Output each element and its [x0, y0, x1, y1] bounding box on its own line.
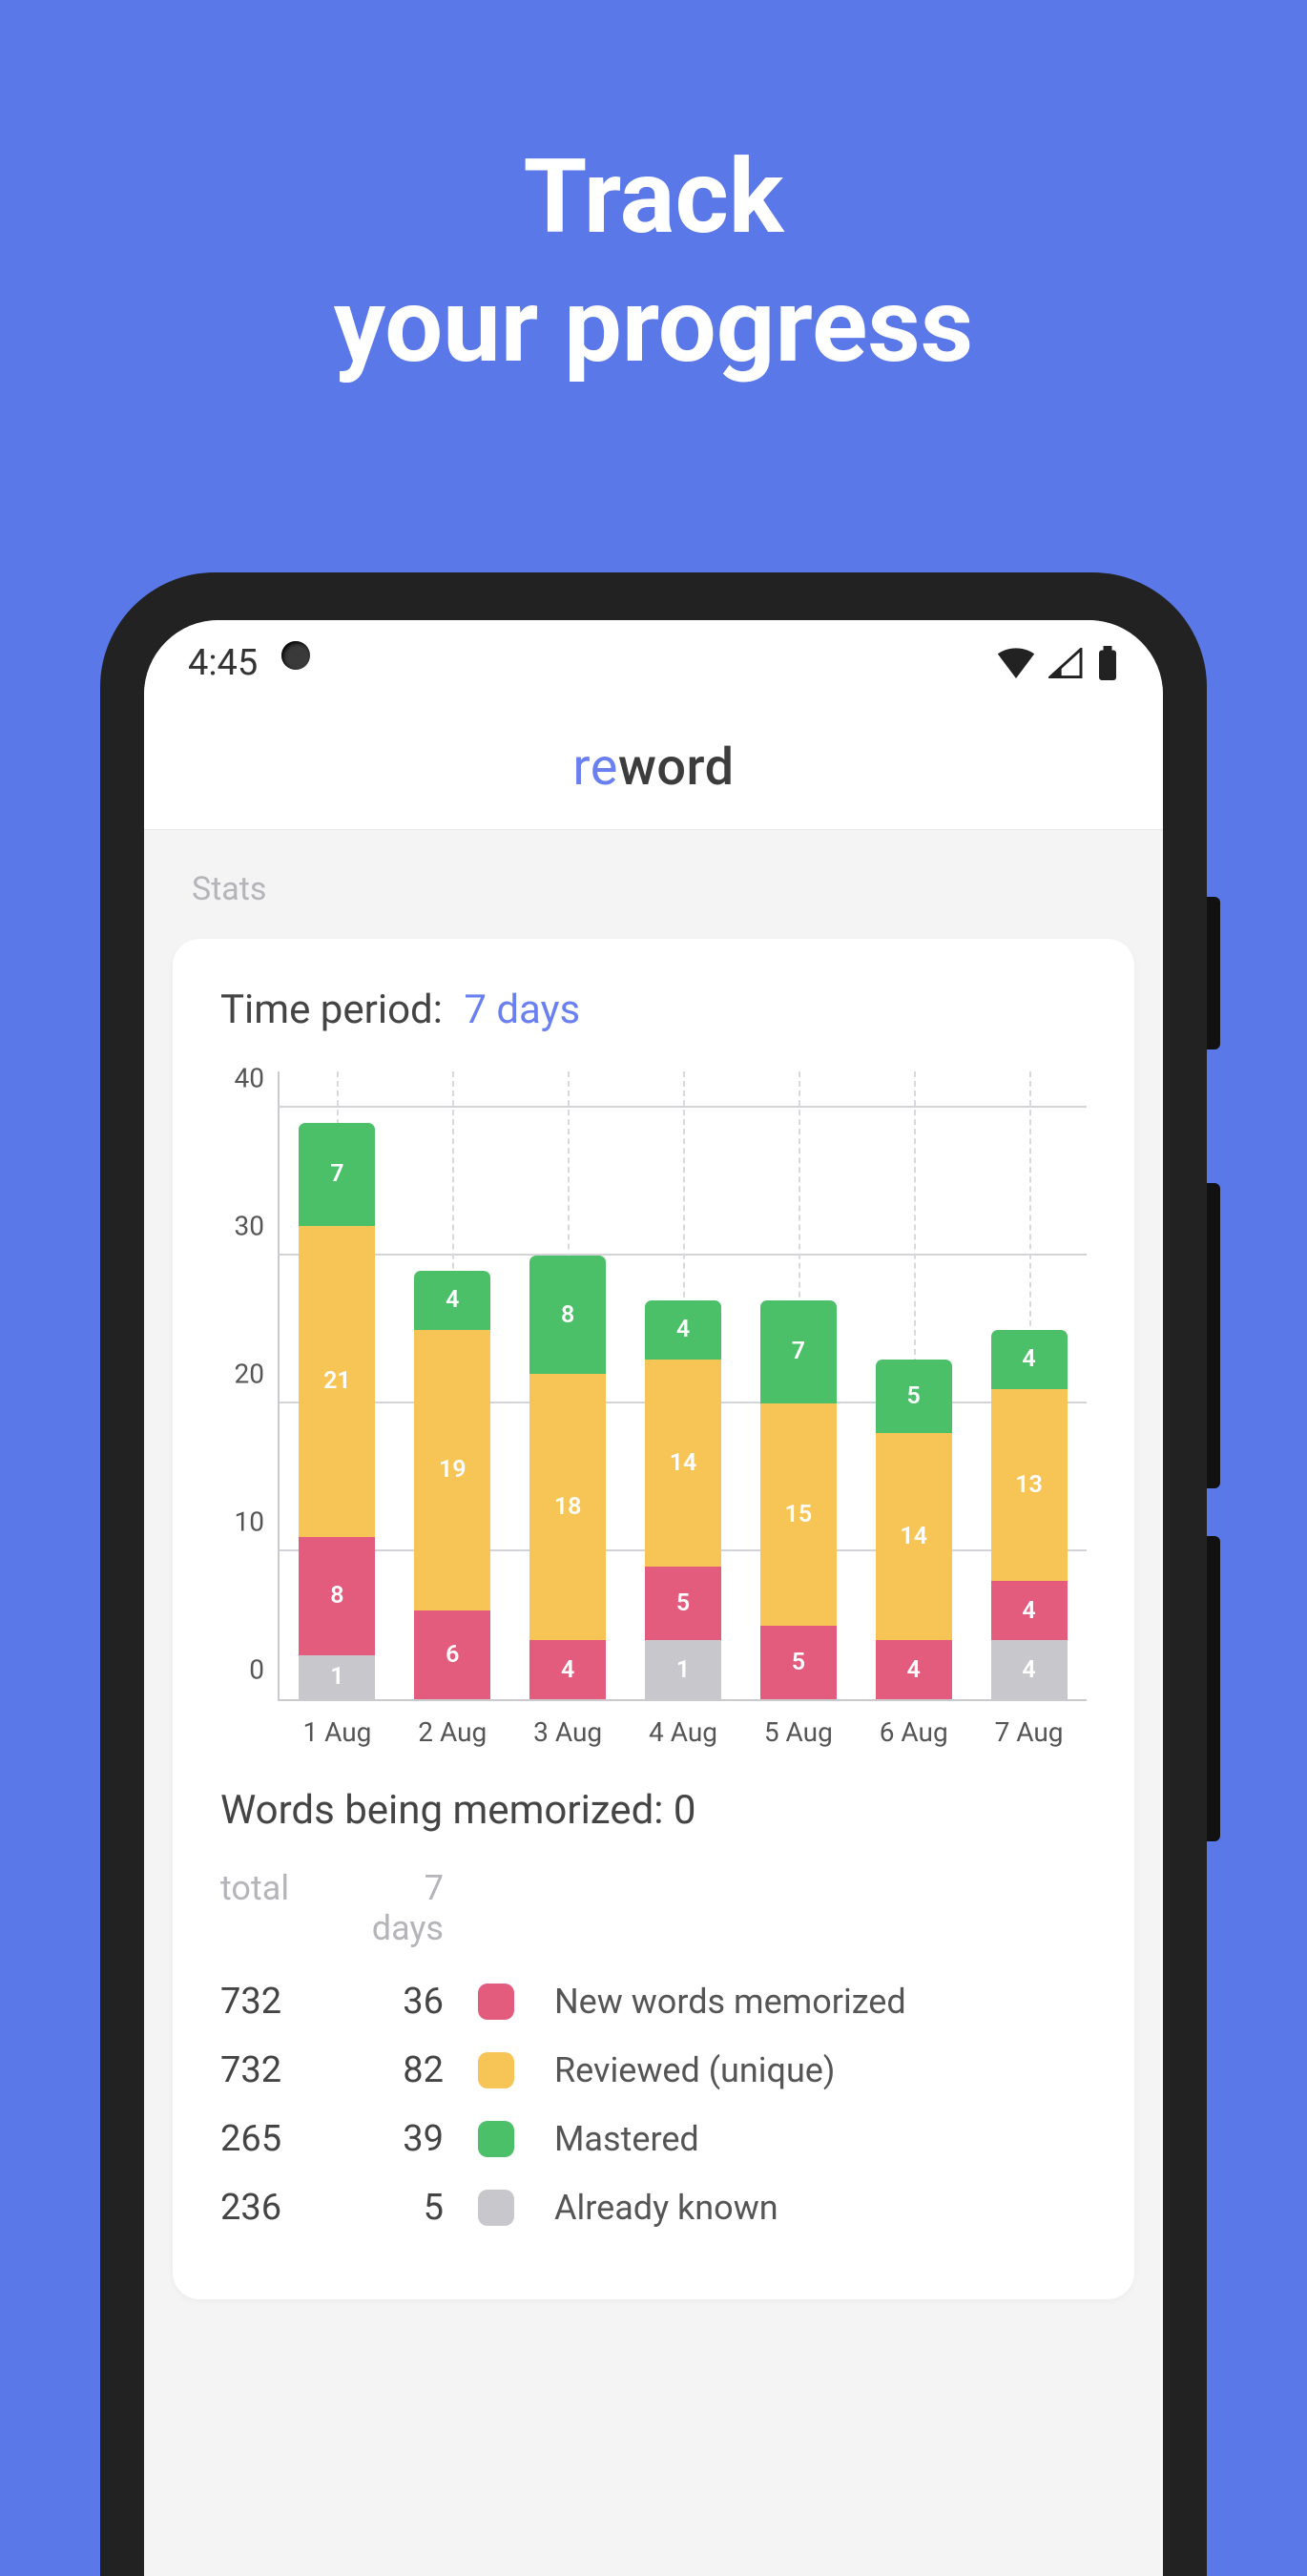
chart-bar-segment: 5 — [645, 1567, 721, 1641]
signal-icon — [1048, 648, 1083, 678]
legend-swatch — [478, 2052, 514, 2088]
chart-bar-segment: 4 — [529, 1640, 606, 1699]
stats-row: 2365 Already known — [220, 2173, 1087, 2242]
chart-x-label: 2 Aug — [418, 1716, 487, 1748]
chart-x-label: 7 Aug — [995, 1716, 1064, 1748]
chart-bar: 721811 Aug — [299, 1123, 375, 1700]
stats-row: 26539 Mastered — [220, 2105, 1087, 2173]
app-logo-word: word — [618, 737, 735, 798]
stats-header-period: 7 days — [344, 1868, 478, 1948]
chart-bar-segment: 19 — [414, 1330, 490, 1611]
stats-label: Reviewed (unique) — [535, 2050, 1087, 2090]
stats-total: 265 — [220, 2118, 344, 2160]
chart-bar-segment: 21 — [299, 1226, 375, 1537]
chart-bar-segment: 5 — [760, 1626, 837, 1700]
chart-bar: 413447 Aug — [991, 1330, 1068, 1700]
chart-y-tick: 20 — [235, 1359, 264, 1390]
stats-label: Mastered — [535, 2119, 1087, 2159]
chart-x-label: 4 Aug — [649, 1716, 717, 1748]
chart-bar-segment: 14 — [876, 1433, 952, 1640]
stats-total: 732 — [220, 2049, 344, 2091]
chart-bar-segment: 4 — [991, 1581, 1068, 1640]
chart-bar-segment: 14 — [645, 1360, 721, 1567]
chart-bar-segment: 6 — [414, 1610, 490, 1699]
chart-bar: 71555 Aug — [760, 1300, 837, 1700]
chart-y-tick: 10 — [235, 1506, 264, 1538]
chart-bar: 51446 Aug — [876, 1360, 952, 1700]
stats-table-header: total 7 days — [220, 1868, 1087, 1948]
chart-x-label: 6 Aug — [880, 1716, 948, 1748]
stats-header-total: total — [220, 1868, 344, 1948]
chart-bar: 414514 Aug — [645, 1300, 721, 1700]
chart-bar-segment: 8 — [529, 1256, 606, 1374]
chart-bar-segment: 4 — [414, 1271, 490, 1330]
stats-period: 36 — [344, 1981, 478, 2023]
chart-bar-segment: 4 — [876, 1640, 952, 1699]
chart-bar-segment: 4 — [645, 1300, 721, 1360]
chart-bar-segment: 5 — [876, 1360, 952, 1434]
chart-bar-segment: 7 — [760, 1300, 837, 1404]
stats-label: New words memorized — [535, 1982, 1087, 2022]
chart-x-label: 5 Aug — [764, 1716, 833, 1748]
chart-bar-segment: 8 — [299, 1537, 375, 1655]
legend-swatch — [478, 2121, 514, 2157]
time-period-label: Time period: — [220, 987, 443, 1033]
legend-swatch — [478, 1984, 514, 2020]
chart-bar-segment: 1 — [299, 1655, 375, 1700]
stats-period: 82 — [344, 2049, 478, 2091]
wifi-icon — [997, 648, 1035, 678]
chart-y-tick: 30 — [235, 1211, 264, 1242]
chart-bar-segment: 13 — [991, 1389, 1068, 1582]
time-period-row[interactable]: Time period: 7 days — [220, 987, 1087, 1033]
chart-bar: 81843 Aug — [529, 1256, 606, 1699]
status-icons — [997, 646, 1119, 680]
words-memorized-label: Words being memorized: 0 — [220, 1787, 1087, 1834]
status-bar: 4:45 — [144, 620, 1163, 706]
phone-frame: 4:45 reword Stats Time period: 7 days 0 1… — [100, 572, 1207, 2576]
legend-swatch — [478, 2190, 514, 2226]
chart-bar-segment: 1 — [645, 1640, 721, 1699]
chart-bar-segment: 7 — [299, 1123, 375, 1227]
stats-total: 236 — [220, 2187, 344, 2229]
stats-row: 73282 Reviewed (unique) — [220, 2036, 1087, 2105]
chart-x-label: 3 Aug — [533, 1716, 602, 1748]
stats-card: Time period: 7 days 010203040 721811 Aug… — [173, 939, 1134, 2299]
phone-screen: 4:45 reword Stats Time period: 7 days 0 1… — [144, 620, 1163, 2576]
chart-y-tick: 0 — [249, 1654, 264, 1686]
chart-y-axis: 010203040 — [220, 1071, 278, 1701]
chart-x-label: 1 Aug — [302, 1716, 371, 1748]
chart-y-tick: 40 — [235, 1063, 264, 1094]
section-label-stats: Stats — [144, 830, 1163, 908]
phone-side-button — [1207, 897, 1220, 1049]
phone-volume-down — [1207, 1536, 1220, 1841]
stats-label: Already known — [535, 2188, 1087, 2228]
chart-plot-area: 721811 Aug41962 Aug81843 Aug414514 Aug71… — [278, 1071, 1087, 1701]
stats-period: 39 — [344, 2118, 478, 2160]
chart-bar-segment: 18 — [529, 1374, 606, 1640]
stats-table: total 7 days 73236New words memorized732… — [220, 1868, 1087, 2242]
stats-row: 73236 New words memorized — [220, 1967, 1087, 2036]
time-period-value[interactable]: 7 days — [464, 987, 580, 1033]
app-logo-re: re — [572, 737, 617, 798]
chart-bar: 41962 Aug — [414, 1271, 490, 1700]
stats-total: 732 — [220, 1981, 344, 2023]
battery-icon — [1096, 646, 1119, 680]
marketing-headline: Track your progress — [0, 0, 1307, 391]
headline-line1: Track — [0, 134, 1307, 262]
stats-chart: 010203040 721811 Aug41962 Aug81843 Aug41… — [220, 1071, 1087, 1701]
phone-volume-up — [1207, 1183, 1220, 1488]
stats-period: 5 — [344, 2187, 478, 2229]
headline-line2: your progress — [0, 262, 1307, 391]
app-header: reword — [144, 706, 1163, 830]
chart-bar-segment: 15 — [760, 1403, 837, 1626]
status-time: 4:45 — [188, 642, 258, 684]
chart-bar-segment: 4 — [991, 1330, 1068, 1389]
chart-bar-segment: 4 — [991, 1640, 1068, 1699]
